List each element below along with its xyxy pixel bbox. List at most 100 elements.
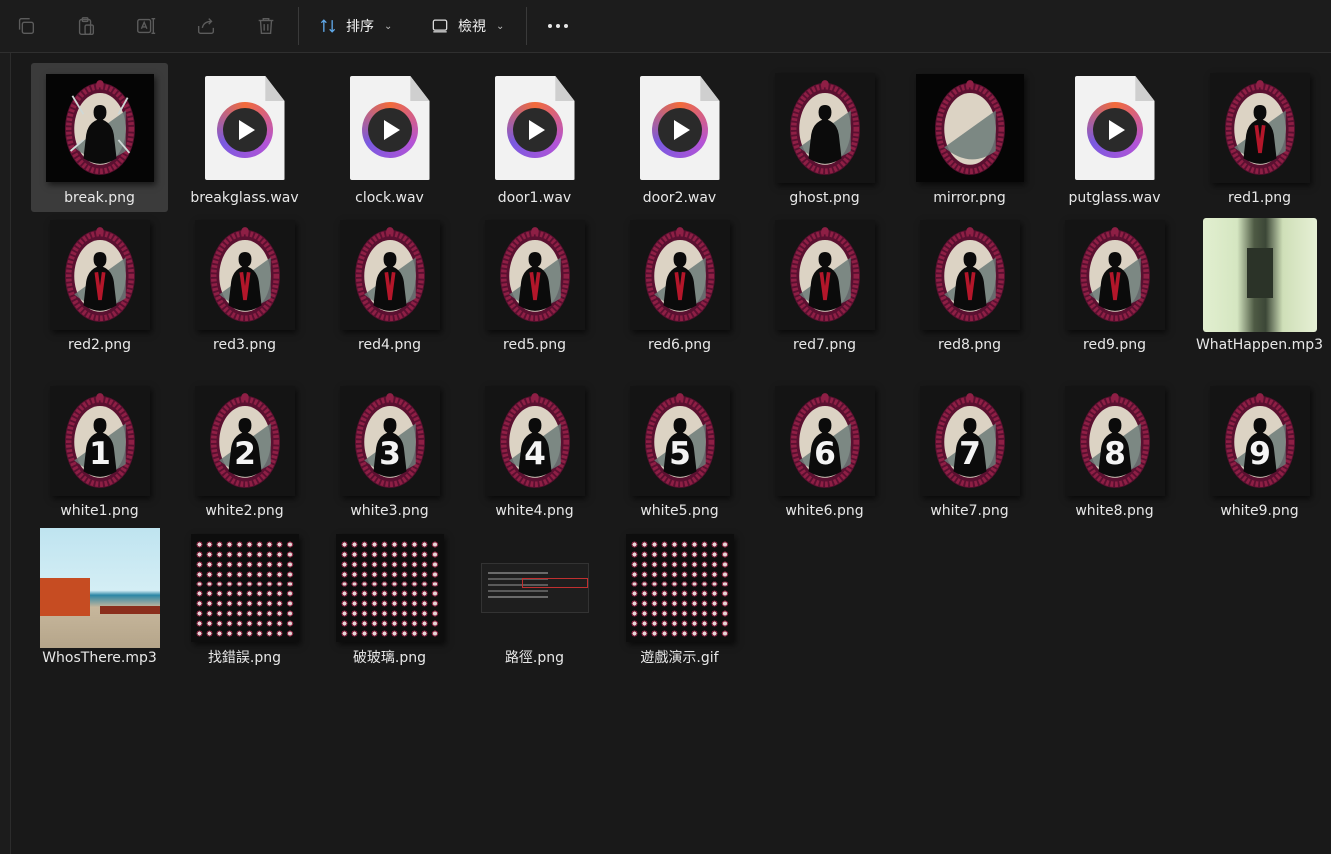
file-name: door1.wav (497, 190, 572, 206)
file-thumbnail (1055, 215, 1175, 335)
view-label: 檢視 (458, 19, 486, 35)
file-item[interactable]: 2 white2.png (176, 376, 313, 525)
file-item[interactable]: 6 white6.png (756, 376, 893, 525)
navigation-pane-edge[interactable] (0, 53, 11, 854)
file-name: red3.png (213, 337, 276, 353)
file-name: red4.png (358, 337, 421, 353)
rename-icon (137, 17, 156, 35)
file-thumbnail: 4 (475, 381, 595, 501)
file-item[interactable]: clock.wav (321, 63, 458, 212)
file-thumbnail (40, 215, 160, 335)
file-item[interactable]: WhatHappen.mp3 (1191, 210, 1328, 359)
file-name: white7.png (930, 503, 1009, 519)
view-icon (432, 19, 448, 33)
file-thumbnail (40, 68, 160, 188)
toolbar-separator (298, 7, 299, 45)
file-item[interactable]: break.png (31, 63, 168, 212)
file-name: red2.png (68, 337, 131, 353)
file-item[interactable]: red2.png (31, 210, 168, 359)
mirror-image (354, 227, 425, 322)
file-name: break.png (64, 190, 135, 206)
play-icon (216, 102, 273, 158)
file-item[interactable]: door1.wav (466, 63, 603, 212)
file-item[interactable]: red3.png (176, 210, 313, 359)
image-thumbnail: 3 (339, 386, 440, 496)
image-thumbnail (919, 220, 1020, 330)
more-options-button[interactable] (540, 9, 576, 43)
file-thumbnail (620, 528, 740, 648)
svg-text:4: 4 (524, 436, 546, 472)
file-item[interactable]: 破玻璃.png (321, 523, 458, 672)
svg-text:6: 6 (814, 436, 836, 472)
share-button[interactable] (186, 6, 226, 46)
mirror-image (64, 227, 135, 322)
audio-file-icon (1074, 76, 1155, 180)
file-item[interactable]: WhosThere.mp3 (31, 523, 168, 672)
svg-text:1: 1 (89, 436, 111, 472)
file-item[interactable]: red6.png (611, 210, 748, 359)
file-item[interactable]: breakglass.wav (176, 63, 313, 212)
file-item[interactable]: putglass.wav (1046, 63, 1183, 212)
mirror-image: 2 (209, 393, 280, 488)
file-item[interactable]: red4.png (321, 210, 458, 359)
file-thumbnail (620, 215, 740, 335)
file-item[interactable]: red9.png (1046, 210, 1183, 359)
file-name: putglass.wav (1068, 190, 1161, 206)
image-thumbnail (49, 220, 150, 330)
file-name: white2.png (205, 503, 284, 519)
view-menu-button[interactable]: 檢視 ⌄ (424, 9, 510, 43)
more-icon (548, 24, 568, 28)
mirror-image (1224, 80, 1295, 175)
file-item[interactable]: 3 white3.png (321, 376, 458, 525)
file-name: red1.png (1228, 190, 1291, 206)
svg-text:9: 9 (1249, 436, 1271, 472)
file-item[interactable]: 7 white7.png (901, 376, 1038, 525)
file-item[interactable]: 9 white9.png (1191, 376, 1328, 525)
mirror-image (789, 80, 860, 175)
file-item[interactable]: red7.png (756, 210, 893, 359)
file-thumbnail (620, 68, 740, 188)
file-thumbnail: 7 (910, 381, 1030, 501)
file-item[interactable]: 5 white5.png (611, 376, 748, 525)
play-icon (506, 102, 563, 158)
mirror-image: 8 (1079, 393, 1150, 488)
file-item[interactable]: red8.png (901, 210, 1038, 359)
file-item[interactable]: 找錯誤.png (176, 523, 313, 672)
file-name: white9.png (1220, 503, 1299, 519)
svg-text:8: 8 (1104, 436, 1126, 472)
paste-button[interactable] (66, 6, 106, 46)
file-thumbnail (330, 68, 450, 188)
mirror-image: 7 (934, 393, 1005, 488)
delete-button[interactable] (246, 6, 286, 46)
file-name: ghost.png (789, 190, 860, 206)
image-thumbnail (484, 220, 585, 330)
mirror-image (644, 227, 715, 322)
play-icon (361, 102, 418, 158)
file-thumbnail (1200, 215, 1320, 335)
image-thumbnail (1064, 220, 1165, 330)
file-thumbnail (475, 528, 595, 648)
audio-file-icon (349, 76, 430, 180)
file-item[interactable]: red5.png (466, 210, 603, 359)
file-item[interactable]: mirror.png (901, 63, 1038, 212)
file-item[interactable]: door2.wav (611, 63, 748, 212)
file-item[interactable]: 4 white4.png (466, 376, 603, 525)
file-thumbnail: 9 (1200, 381, 1320, 501)
file-item[interactable]: 路徑.png (466, 523, 603, 672)
image-thumbnail: 9 (1209, 386, 1310, 496)
image-thumbnail (629, 220, 730, 330)
image-thumbnail (339, 220, 440, 330)
rename-button[interactable] (126, 6, 166, 46)
image-thumbnail: 8 (1064, 386, 1165, 496)
copy-button[interactable] (6, 6, 46, 46)
file-name: white6.png (785, 503, 864, 519)
file-item[interactable]: 遊戲演示.gif (611, 523, 748, 672)
file-item[interactable]: 8 white8.png (1046, 376, 1183, 525)
sort-menu-button[interactable]: 排序 ⌄ (312, 9, 398, 43)
command-bar: 排序 ⌄ 檢視 ⌄ (0, 0, 1331, 53)
file-item[interactable]: ghost.png (756, 63, 893, 212)
file-item[interactable]: red1.png (1191, 63, 1328, 212)
play-icon (1086, 102, 1143, 158)
share-icon (197, 18, 215, 35)
file-item[interactable]: 1 white1.png (31, 376, 168, 525)
